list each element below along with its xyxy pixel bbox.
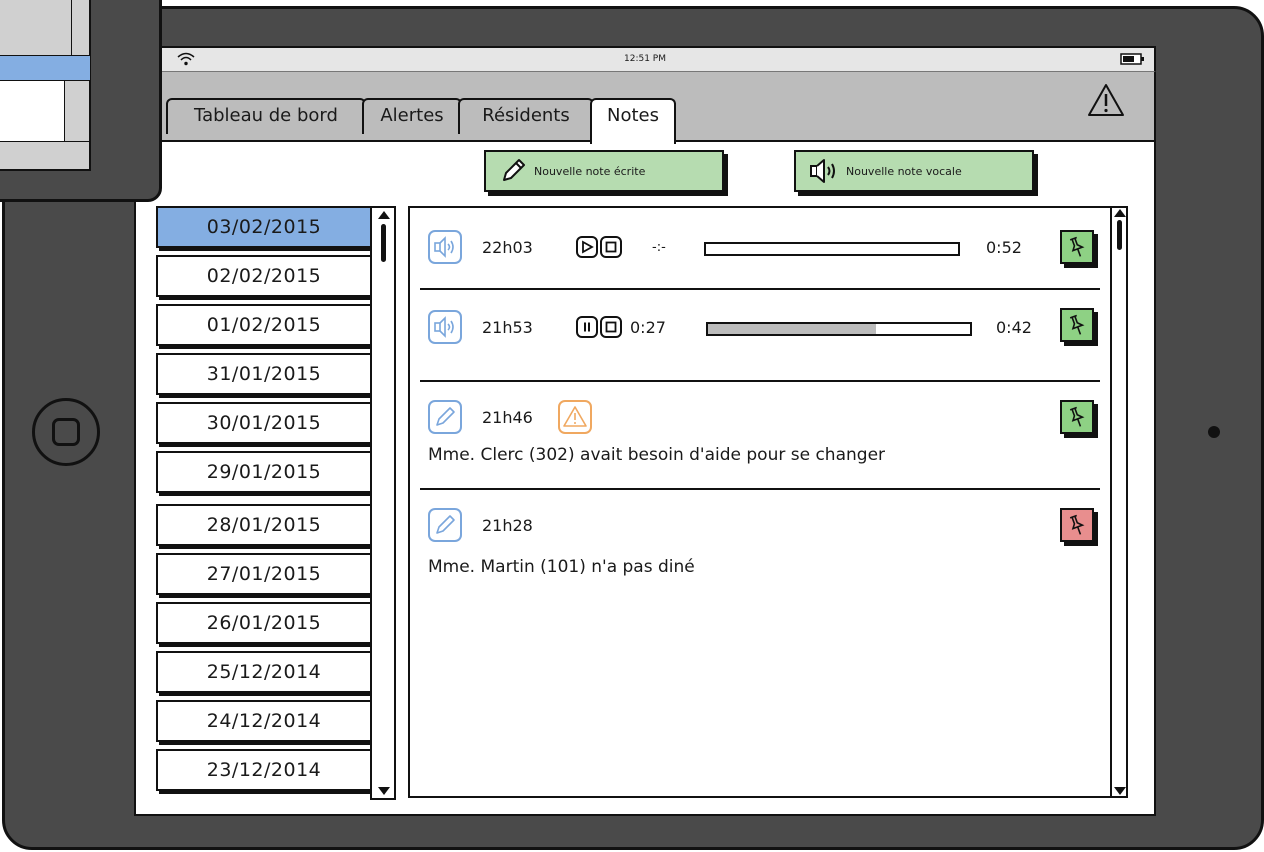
new-voice-note-label: Nouvelle note vocale <box>846 164 962 178</box>
speaker-icon <box>810 159 835 183</box>
stop-icon[interactable] <box>600 236 622 258</box>
date-item[interactable]: 31/01/2015 <box>156 353 372 395</box>
date-item[interactable]: 26/01/2015 <box>156 602 372 644</box>
playback-position: 0:27 <box>630 318 666 337</box>
camera-dot <box>1208 426 1220 438</box>
pencil-icon <box>503 159 525 181</box>
date-item[interactable]: 29/01/2015 <box>156 451 372 493</box>
alert-warning-icon[interactable] <box>1086 82 1126 118</box>
date-item[interactable]: 01/02/2015 <box>156 304 372 346</box>
pin-icon <box>1069 236 1085 257</box>
pin-button[interactable] <box>1060 508 1094 542</box>
note-time: 21h46 <box>482 408 533 427</box>
voice-note: 22h03 -:- 0:52 <box>420 208 1100 288</box>
home-button[interactable] <box>32 398 100 466</box>
dates-scrollbar[interactable] <box>370 206 396 800</box>
pin-button[interactable] <box>1060 400 1094 434</box>
note-text: Mme. Clerc (302) avait besoin d'aide pou… <box>428 445 886 465</box>
pause-icon[interactable] <box>576 316 598 338</box>
playback-duration: 0:42 <box>996 318 1032 337</box>
mini-selected-row <box>0 55 91 81</box>
mini-horizontal-scrollbar <box>0 141 91 157</box>
text-note: 21h46 Mme. Clerc (302) avait besoin d'ai… <box>420 382 1100 488</box>
new-written-note-label: Nouvelle note écrite <box>534 164 646 178</box>
alert-icon <box>558 400 592 434</box>
note-time: 21h53 <box>482 318 533 337</box>
tab-alertes[interactable]: Alertes <box>362 98 462 134</box>
pencil-icon <box>428 508 462 542</box>
date-item[interactable]: 25/12/2014 <box>156 651 372 693</box>
pin-button[interactable] <box>1060 308 1094 342</box>
wifi-icon <box>177 52 195 66</box>
pin-icon <box>1069 406 1085 427</box>
date-item[interactable]: 02/02/2015 <box>156 255 372 297</box>
mini-content-area <box>0 81 65 141</box>
status-bar: 12:51 PM <box>134 46 1156 72</box>
note-time: 21h28 <box>482 516 533 535</box>
playback-progress[interactable] <box>706 322 972 336</box>
date-item[interactable]: 23/12/2014 <box>156 749 372 791</box>
new-voice-note-button[interactable]: Nouvelle note vocale <box>794 150 1034 192</box>
playback-position: -:- <box>652 240 666 255</box>
scroll-down-arrow-icon[interactable] <box>378 787 390 795</box>
play-icon[interactable] <box>576 236 598 258</box>
speaker-icon <box>428 310 462 344</box>
mini-window-thumbnail <box>0 0 162 202</box>
date-item[interactable]: 27/01/2015 <box>156 553 372 595</box>
date-item[interactable]: 28/01/2015 <box>156 504 372 546</box>
pencil-icon <box>428 400 462 434</box>
text-note: 21h28 Mme. Martin (101) n'a pas diné <box>420 490 1100 590</box>
date-item[interactable]: 24/12/2014 <box>156 700 372 742</box>
note-text: Mme. Martin (101) n'a pas diné <box>428 557 695 577</box>
notes-panel: 22h03 -:- 0:52 21h53 0:27 0:42 21h46 Mme… <box>408 206 1128 798</box>
battery-icon <box>1120 53 1144 65</box>
scrollbar-thumb[interactable] <box>1117 220 1122 250</box>
date-item[interactable]: 03/02/2015 <box>156 206 372 248</box>
tab-residents[interactable]: Résidents <box>458 98 594 134</box>
tab-notes[interactable]: Notes <box>590 98 676 144</box>
playback-duration: 0:52 <box>986 238 1022 257</box>
dates-list: 03/02/2015 02/02/2015 01/02/2015 31/01/2… <box>152 206 396 802</box>
scroll-up-arrow-icon[interactable] <box>378 211 390 219</box>
new-written-note-button[interactable]: Nouvelle note écrite <box>484 150 724 192</box>
tab-bar: Tableau de bord Alertes Résidents Notes <box>134 72 1156 144</box>
notes-scrollbar[interactable] <box>1110 206 1128 798</box>
date-item[interactable]: 30/01/2015 <box>156 402 372 444</box>
note-time: 22h03 <box>482 238 533 257</box>
stop-icon[interactable] <box>600 316 622 338</box>
voice-note: 21h53 0:27 0:42 <box>420 290 1100 380</box>
home-button-icon <box>52 418 80 446</box>
speaker-icon <box>428 230 462 264</box>
pin-icon <box>1069 514 1085 535</box>
pin-icon <box>1069 314 1085 335</box>
playback-progress[interactable] <box>704 242 960 256</box>
pin-button[interactable] <box>1060 230 1094 264</box>
scroll-down-arrow-icon[interactable] <box>1114 787 1126 795</box>
scrollbar-thumb[interactable] <box>381 224 386 262</box>
mini-vertical-scrollbar <box>71 0 87 55</box>
scroll-up-arrow-icon[interactable] <box>1114 209 1126 217</box>
status-time: 12:51 PM <box>624 54 666 64</box>
tab-tableau-de-bord[interactable]: Tableau de bord <box>166 98 366 134</box>
